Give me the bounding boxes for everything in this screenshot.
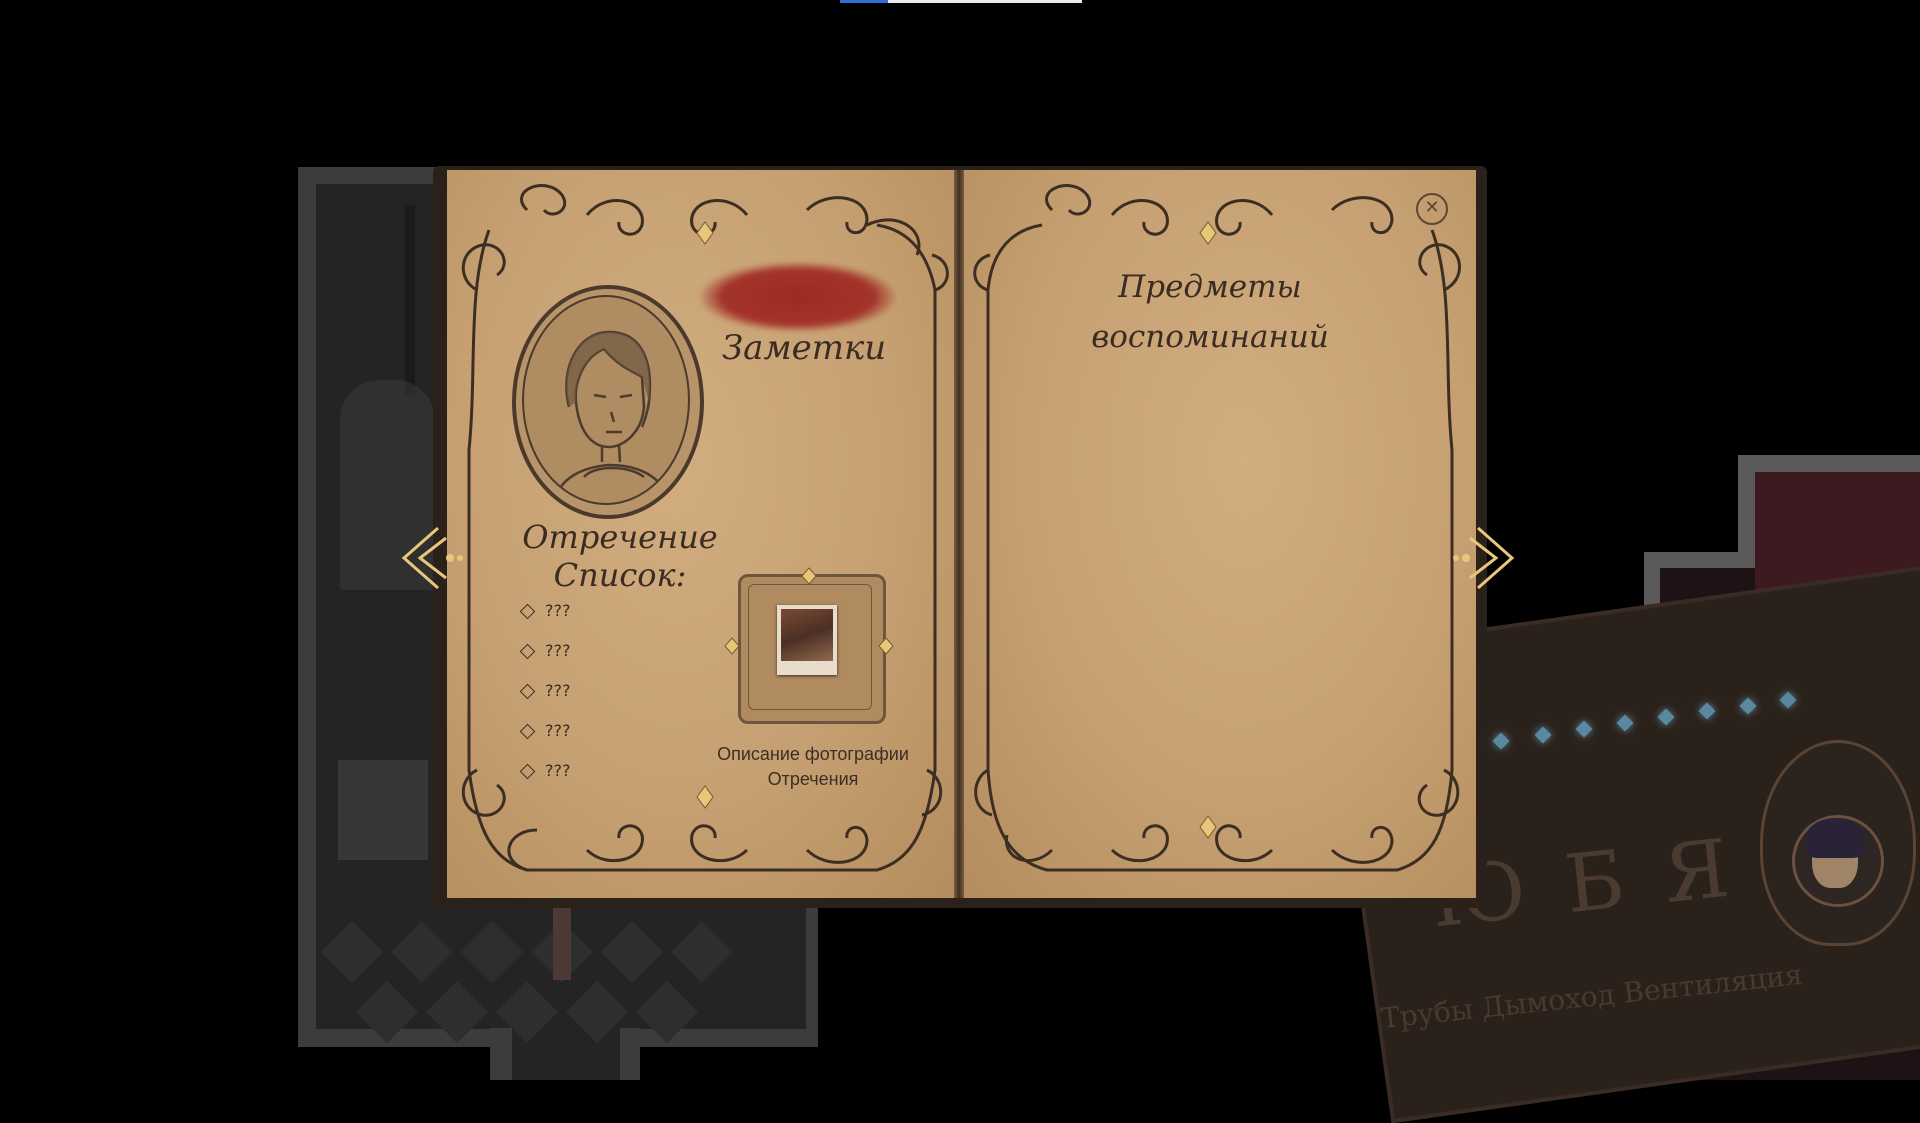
top-status-strip-accent bbox=[840, 0, 888, 3]
diamond-bullet-icon bbox=[519, 683, 536, 700]
chevron-left-ornate-icon[interactable] bbox=[398, 523, 468, 593]
list-item-label: ??? bbox=[545, 681, 571, 700]
character-portrait bbox=[522, 295, 690, 505]
diamond-bullet-icon bbox=[519, 763, 536, 780]
photo-caption: Описание фотографии Отречения bbox=[698, 742, 928, 792]
list-item: ??? bbox=[519, 761, 571, 780]
close-button[interactable]: ✕ bbox=[1416, 193, 1448, 225]
list-item: ??? bbox=[519, 641, 571, 660]
photo-caption-line1: Описание фотографии bbox=[717, 744, 909, 764]
memory-items-title: Предметы воспоминаний bbox=[1075, 262, 1345, 362]
background-pipe bbox=[405, 205, 415, 395]
list-item-label: ??? bbox=[545, 761, 571, 780]
list-item: ??? bbox=[519, 601, 571, 620]
background-desk bbox=[338, 760, 428, 860]
notes-title: Заметки bbox=[722, 328, 887, 368]
journal-spine bbox=[954, 170, 964, 898]
diamond-bullet-icon bbox=[519, 603, 536, 620]
photo-caption-line2: Отречения bbox=[767, 769, 859, 789]
diamond-bullet-icon bbox=[519, 643, 536, 660]
renunciation-list-title: Отречение Список: bbox=[520, 518, 720, 594]
close-icon: ✕ bbox=[1424, 197, 1440, 218]
character-sketch bbox=[552, 330, 671, 503]
character-hair bbox=[1806, 818, 1864, 858]
polaroid-photo-image bbox=[781, 609, 833, 661]
renunciation-title-line2: Список: bbox=[553, 556, 687, 594]
redacted-name-smear bbox=[700, 262, 896, 332]
background-character-legs bbox=[553, 905, 571, 980]
list-item-label: ??? bbox=[545, 601, 571, 620]
diamond-bullet-icon bbox=[519, 723, 536, 740]
memory-title-line2: воспоминаний bbox=[1091, 319, 1329, 355]
list-item-label: ??? bbox=[545, 721, 571, 740]
list-item: ??? bbox=[519, 721, 571, 740]
chevron-right-ornate-icon[interactable] bbox=[1448, 523, 1518, 593]
list-item: ??? bbox=[519, 681, 571, 700]
renunciation-title-line1: Отречение bbox=[522, 518, 718, 556]
list-item-label: ??? bbox=[545, 641, 571, 660]
memory-title-line1: Предметы bbox=[1118, 269, 1302, 305]
